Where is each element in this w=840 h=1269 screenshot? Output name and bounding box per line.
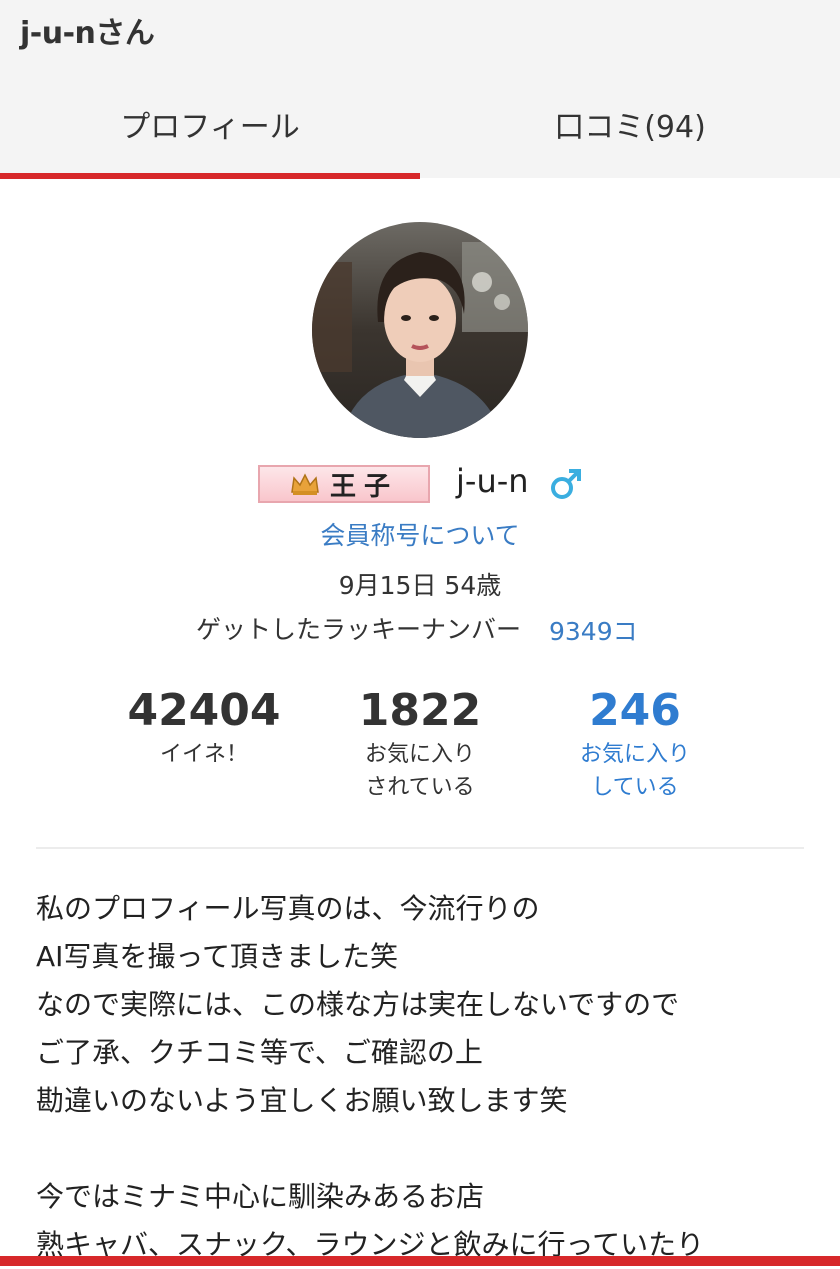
lucky-number-value[interactable]: 9349コ [549,612,638,648]
title-badge-text: 王子 [329,471,398,502]
avatar[interactable] [312,222,528,438]
tab-profile-label: プロフィール [120,110,300,145]
tab-reviews[interactable]: 口コミ(94) [420,86,840,178]
name-row: 王子 j-u-n [0,460,840,512]
title-badge: 王子 [258,465,430,503]
avatar-photo [312,222,528,438]
divider [36,847,804,849]
stat-favorites-label: お気に入り している [579,742,690,800]
stat-favorited-label: お気に入り されている [364,742,475,800]
bottom-bar [0,1256,840,1266]
stat-likes-value: 42404 [127,685,281,736]
stat-likes-label: イイネ！ [159,742,248,767]
active-tab-indicator [0,173,420,179]
page-title: j-u-nさん [20,16,155,51]
bio-line: AI写真を撮って頂きました笑 [36,940,399,973]
bio-line: 今ではミナミ中心に馴染みあるお店 [36,1180,485,1213]
stat-favorites[interactable]: 246 お気に入り している [535,684,735,804]
username: j-u-n [456,462,529,500]
stat-favorited: 1822 お気に入り されている [320,684,520,804]
tab-reviews-label: 口コミ(94) [554,110,706,145]
bio-text: 私のプロフィール写真のは、今流行りの AI写真を撮って頂きました笑 なので実際に… [36,885,826,1269]
header: j-u-nさん プロフィール 口コミ(94) [0,0,840,179]
stat-favorited-value: 1822 [358,685,482,736]
birth-age: 9月15日 54歳 [338,571,502,600]
bio-line: 私のプロフィール写真のは、今流行りの [36,892,540,925]
stat-likes: 42404 イイネ！ [104,684,304,771]
member-title-link[interactable]: 会員称号について [0,516,840,552]
bio-line: ご了承、クチコミ等で、ご確認の上 [36,1036,483,1069]
bio-line: 勘違いのないよう宜しくお願い致します笑 [36,1084,568,1117]
lucky-number-label: ゲットしたラッキーナンバー [196,615,522,644]
crown-icon [291,473,319,495]
tab-profile[interactable]: プロフィール [0,86,420,178]
stat-favorites-value: 246 [589,685,681,736]
male-icon [551,469,581,499]
bio-line [36,1125,826,1173]
bio-line: なので実際には、この様な方は実在しないですので [36,988,680,1021]
